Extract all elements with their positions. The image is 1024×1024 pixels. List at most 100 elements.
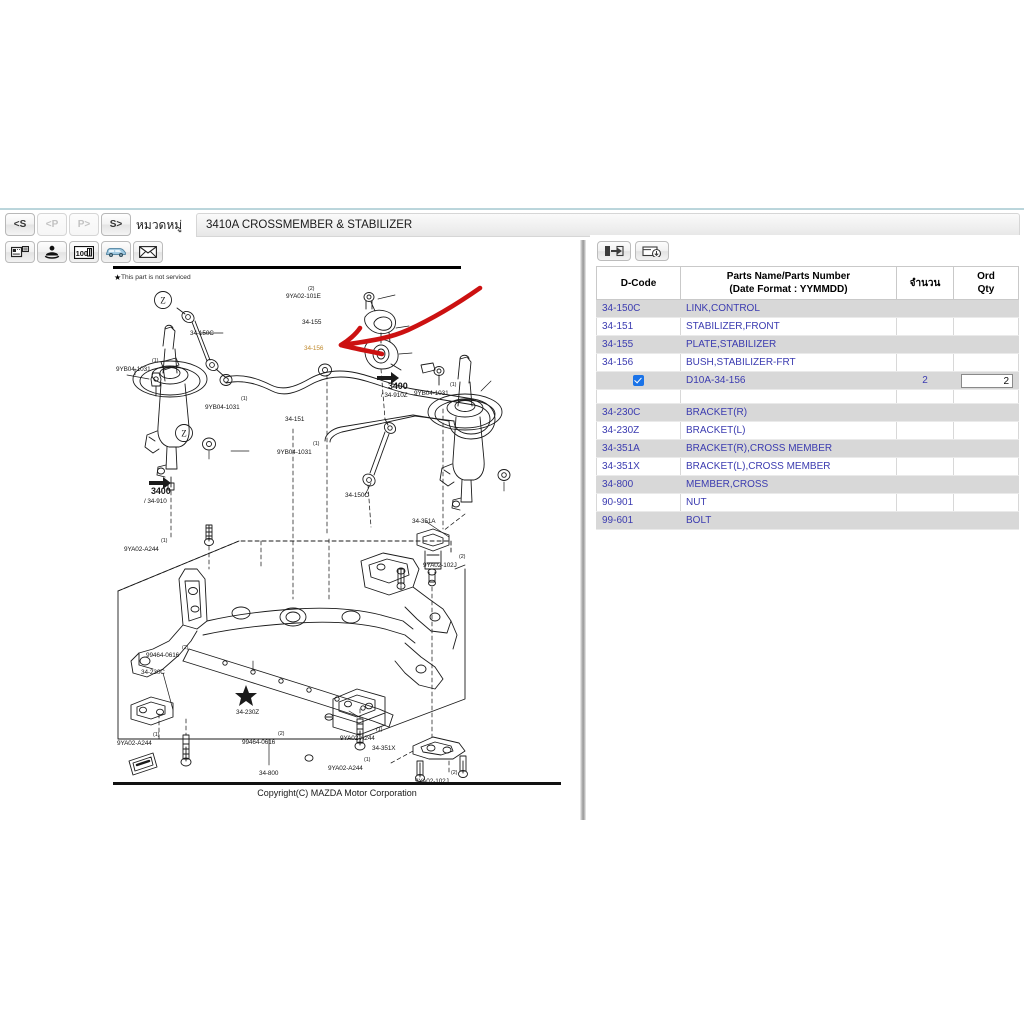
callout-9yb04-1031-right: 9YB04-1031 (414, 390, 449, 397)
cell-qty (896, 493, 954, 512)
parts-table-header-row: D-Code Parts Name/Parts Number (Date For… (596, 266, 1019, 300)
table-spacer-row (596, 389, 1019, 404)
cell-qty: 2 (896, 371, 954, 390)
callout-9yb04-1031-mid: 9YB04-1031 (205, 404, 240, 411)
cell-part-name[interactable]: BUSH,STABILIZER-FRT (680, 353, 897, 372)
cell-part-number[interactable]: D10A-34-156 (680, 371, 897, 390)
cell-qty (896, 389, 954, 404)
table-row[interactable]: D10A-34-156 2 2 (596, 371, 1019, 390)
prev-section-button[interactable]: <S (5, 213, 35, 236)
table-row[interactable]: 90-901 NUT (596, 493, 1019, 512)
cell-qty (896, 299, 954, 318)
cell-part-name[interactable]: BRACKET(L) (680, 421, 897, 440)
cell-dcode: 34-156 (596, 353, 681, 372)
table-row[interactable]: 99-601 BOLT (596, 511, 1019, 530)
callout-9ya02-102j-b: 9YA02-102J (415, 778, 449, 785)
vehicle-icon-button[interactable] (101, 241, 131, 263)
column-header-ord-qty[interactable]: Ord Qty (953, 266, 1019, 300)
cell-part-name[interactable]: PLATE,STABILIZER (680, 335, 897, 354)
table-row[interactable]: 34-230Z BRACKET(L) (596, 421, 1019, 440)
callout-9yb04-1031-left: 9YB04-1031 (116, 366, 151, 373)
price-100-icon: 100 (74, 245, 94, 259)
images-icon-button[interactable] (5, 241, 35, 263)
cell-qty (896, 421, 954, 440)
table-row[interactable]: 34-155 PLATE,STABILIZER (596, 335, 1019, 354)
cell-part-name[interactable]: STABILIZER,FRONT (680, 317, 897, 336)
cell-part-name[interactable]: BRACKET(R) (680, 403, 897, 422)
cell-dcode: 34-230Z (596, 421, 681, 440)
cell-part-name[interactable]: BRACKET(R),CROSS MEMBER (680, 439, 897, 458)
column-header-parts-name[interactable]: Parts Name/Parts Number (Date Format : Y… (680, 266, 897, 300)
callout-3400-top: 3400 (388, 381, 408, 391)
cell-ord-qty (953, 475, 1019, 494)
cell-part-name[interactable]: MEMBER,CROSS (680, 475, 897, 494)
callout-34-156: 34-156 (304, 345, 324, 352)
row-checkbox-cell[interactable] (596, 371, 681, 390)
table-row[interactable]: 34-150C LINK,CONTROL (596, 299, 1019, 318)
next-section-button[interactable]: S> (101, 213, 131, 236)
prev-page-button[interactable]: <P (37, 213, 67, 236)
column-header-qty[interactable]: จำนวน (896, 266, 954, 300)
callout-9ya02-101e: 9YA02-101E (286, 293, 321, 300)
insert-to-order-icon (604, 245, 624, 257)
parts-table[interactable]: D-Code Parts Name/Parts Number (Date For… (596, 266, 1019, 530)
cell-ord-qty (953, 403, 1019, 422)
table-row[interactable]: 34-351X BRACKET(L),CROSS MEMBER (596, 457, 1019, 476)
callout-99464-0616-b: 99464-0616 (242, 739, 276, 746)
callout-34-230c: 34-230C (141, 669, 165, 676)
callout-qty-1-c: (1) (450, 382, 457, 388)
cell-ord-qty (953, 457, 1019, 476)
insert-to-order-button[interactable] (597, 241, 631, 261)
cell-dcode: 99-601 (596, 511, 681, 530)
cell-qty (896, 511, 954, 530)
cell-dcode: 90-901 (596, 493, 681, 512)
pane-splitter[interactable] (580, 240, 586, 820)
cell-ord-qty (953, 299, 1019, 318)
cell-qty (896, 403, 954, 422)
table-row[interactable]: 34-800 MEMBER,CROSS (596, 475, 1019, 494)
save-order-icon (642, 245, 662, 257)
column-header-dcode[interactable]: D-Code (596, 266, 681, 300)
cell-ord-qty[interactable]: 2 (953, 371, 1019, 390)
cell-part-name[interactable]: BRACKET(L),CROSS MEMBER (680, 457, 897, 476)
cell-part-name (680, 389, 897, 404)
column-header-parts-name-line2: (Date Format : YYMMDD) (729, 284, 848, 295)
callout-34-150c-bottom: 34-150C (345, 492, 369, 499)
cell-ord-qty (953, 353, 1019, 372)
svg-text:Z: Z (160, 296, 166, 306)
cell-dcode: 34-150C (596, 299, 681, 318)
table-row[interactable]: 34-230C BRACKET(R) (596, 403, 1019, 422)
mail-icon-button[interactable] (133, 241, 163, 263)
callout-qty-1-g: (1) (376, 727, 383, 733)
callout-qty-1-e: (1) (161, 538, 168, 544)
callout-qty-2-d: (2) (278, 731, 285, 737)
cell-ord-qty (953, 317, 1019, 336)
cell-part-name[interactable]: BOLT (680, 511, 897, 530)
cell-ord-qty (953, 439, 1019, 458)
callout-34-155: 34-155 (302, 319, 322, 326)
callout-qty-2-c: (2) (182, 645, 189, 651)
save-order-button[interactable] (635, 241, 669, 261)
next-page-button[interactable]: P> (69, 213, 99, 236)
ord-qty-input[interactable]: 2 (961, 373, 1013, 388)
cell-part-name[interactable]: NUT (680, 493, 897, 512)
column-header-parts-name-line1: Parts Name/Parts Number (726, 271, 851, 282)
price-100-icon-button[interactable]: 100 (69, 241, 99, 263)
callout-qty-1-f: (1) (153, 732, 160, 738)
mail-icon (139, 246, 157, 258)
table-row[interactable]: 34-351A BRACKET(R),CROSS MEMBER (596, 439, 1019, 458)
cell-qty (896, 353, 954, 372)
parts-catalog-window: <S <P P> S> หมวดหมู่ 3410A CROSSMEMBER &… (0, 0, 1024, 1024)
table-row[interactable]: 34-156 BUSH,STABILIZER-FRT (596, 353, 1019, 372)
row-checkbox[interactable] (633, 374, 644, 386)
breadcrumb[interactable]: 3410A CROSSMEMBER & STABILIZER (196, 213, 1020, 237)
blank-top-area (0, 0, 1024, 208)
hand-parts-icon-button[interactable] (37, 241, 67, 263)
callout-9ya02-102j-a: 9YA02-102J (423, 562, 457, 569)
cell-dcode (596, 389, 681, 404)
cell-qty (896, 317, 954, 336)
callout-qty-2-e: (2) (451, 770, 458, 776)
column-header-ord-line1: Ord (977, 271, 995, 282)
table-row[interactable]: 34-151 STABILIZER,FRONT (596, 317, 1019, 336)
cell-part-name[interactable]: LINK,CONTROL (680, 299, 897, 318)
